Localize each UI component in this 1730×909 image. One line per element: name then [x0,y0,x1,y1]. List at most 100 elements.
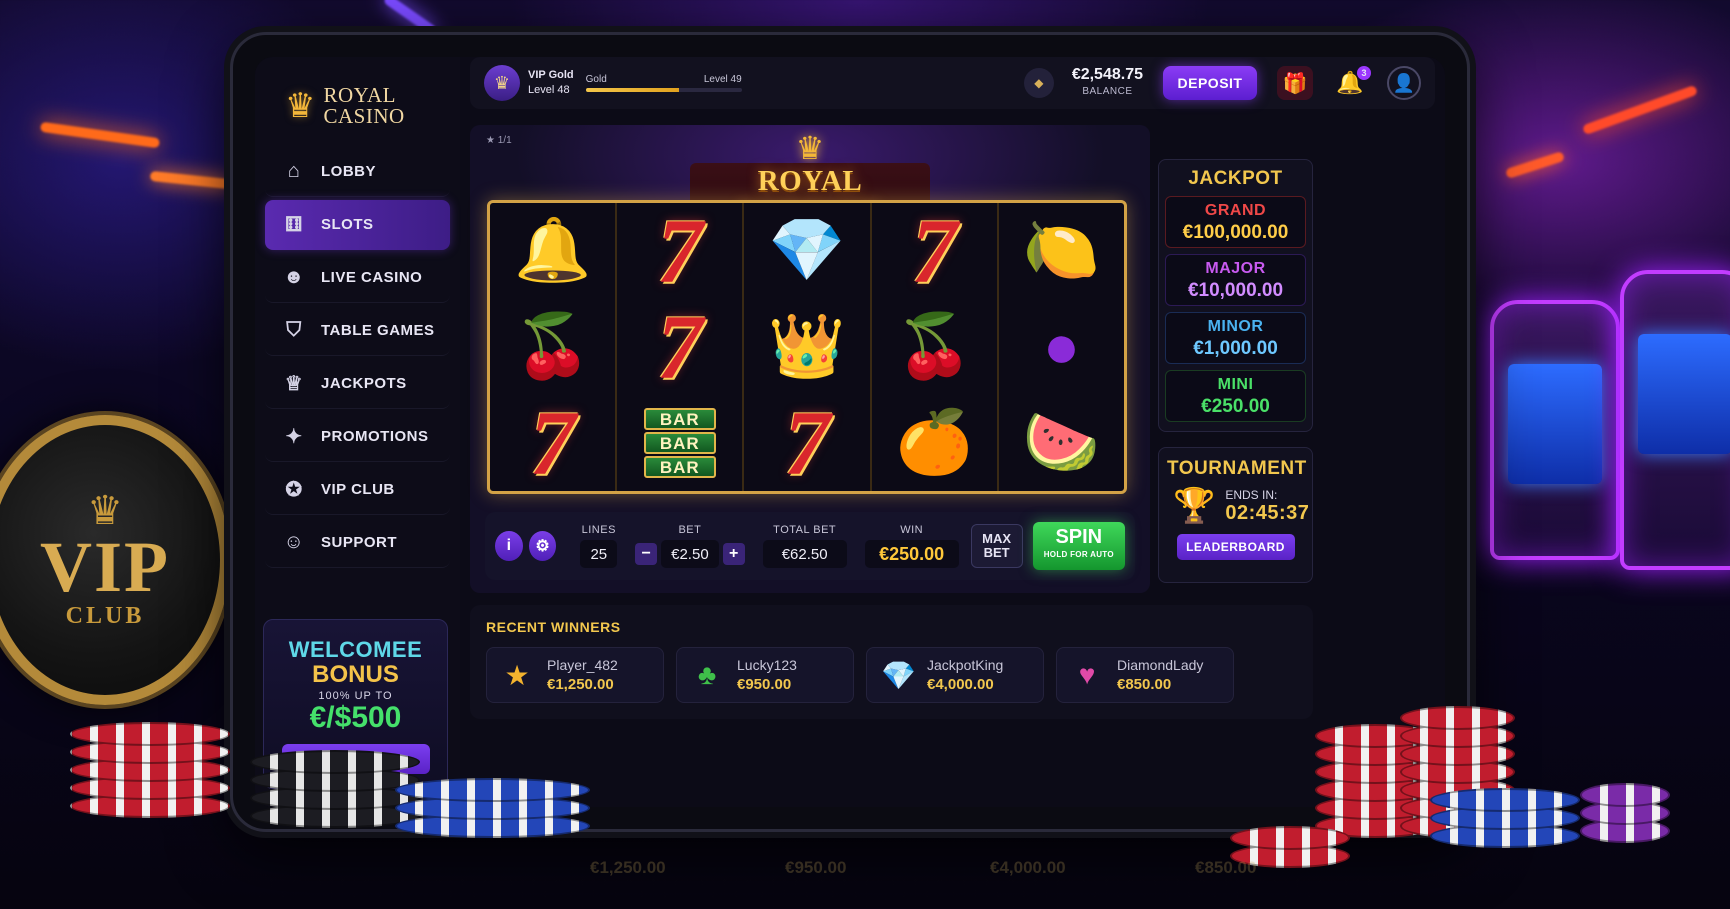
jackpot-tier-minor: MINOR €1,000.00 [1165,312,1306,364]
winner-name: JackpotKing [927,657,1004,673]
vip-star-icon: ✪ [285,479,303,501]
vip-badge-icon[interactable]: ♛ [484,65,520,101]
watermelon-symbol: 🍉 [1022,408,1101,477]
jackpot-tier-name: MINI [1217,376,1254,393]
progress-right-label: Level 49 [703,74,742,85]
jackpot-tier-value: €100,000.00 [1182,222,1289,243]
poker-chip [70,722,230,746]
max-bet-button[interactable]: MAX BET [970,524,1023,568]
leaderboard-button[interactable]: LEADERBOARD [1176,534,1295,560]
jackpot-tier-value: €250.00 [1201,396,1270,417]
brand-line-1: ROYAL [323,83,396,107]
sidebar-item-promotions[interactable]: ✦ PROMOTIONS [265,412,450,462]
diamond-icon: 💎 [881,659,916,691]
winner-name: DiamondLady [1117,657,1204,673]
bar-symbol: BAR BAR BAR [617,395,742,491]
sidebar-item-vip-club[interactable]: ✪ VIP CLUB [265,465,450,515]
bet-increase-button[interactable]: + [722,543,745,565]
seven-symbol: 7 [784,392,830,494]
sidebar-item-live-casino[interactable]: ☻ LIVE CASINO [265,253,450,303]
total-bet-display: TOTAL BET €62.50 [762,524,847,568]
crown-icon: ♛ [87,488,123,533]
winner-card[interactable]: ♣ Lucky123 €950.00 [676,647,854,703]
sidebar-item-label: PROMOTIONS [321,428,429,445]
background-slot-machine [1620,270,1730,570]
bar-block: BAR [643,408,716,430]
notification-count: 3 [1357,66,1371,80]
spin-controls: i ⚙ LINES 25 BET − €2.50 + TOTAL BET €62… [485,512,1135,580]
sidebar-item-label: SUPPORT [321,534,398,551]
tournament-title: TOURNAMENT [1167,458,1307,479]
reflection-text: €850.00 [1195,858,1257,877]
gift-icon[interactable]: 🎁 [1277,66,1313,100]
seven-symbol: 7 [529,392,576,494]
spin-button[interactable]: SPIN HOLD FOR AUTO [1032,522,1125,570]
jackpot-tier-mini: MINI €250.00 [1165,370,1306,422]
sidebar: ♛ ROYAL CASINO ⌂ LOBBY ⚅ SLOTS ☻ LIVE CASINO ⛉… [255,57,460,807]
notification-bell-icon[interactable]: 🔔 3 [1335,66,1371,98]
bet-decrease-button[interactable]: − [635,543,658,565]
user-avatar-icon[interactable]: 👤 [1387,66,1421,100]
sidebar-item-label: TABLE GAMES [321,322,435,339]
info-button[interactable]: i [495,531,523,561]
reel-1: 🔔 🍒 7 [490,203,618,494]
crown-icon: ♛ [285,87,316,125]
diamond-symbol: 💎 [768,216,846,285]
lines-value[interactable]: 25 [580,540,618,568]
app-screen: ♛ ROYAL CASINO ⌂ LOBBY ⚅ SLOTS ☻ LIVE CASINO ⛉… [255,57,1445,807]
total-bet-label: TOTAL BET [773,524,837,536]
recent-winners-title: RECENT WINNERS [486,619,621,635]
sidebar-item-slots[interactable]: ⚅ SLOTS [265,200,450,250]
crown-icon: ♛ [795,130,825,166]
sidebar-item-jackpots[interactable]: ♕ JACKPOTS [265,359,450,409]
neon-light [1581,84,1699,136]
seven-symbol: 7 [656,200,703,302]
poker-chip [395,778,590,802]
settings-gear-icon[interactable]: ⚙ [528,531,557,561]
spin-sublabel: HOLD FOR AUTO [1043,550,1114,559]
winner-name: Player_482 [547,657,618,673]
winner-amount: €850.00 [1117,676,1172,693]
balance-display: €2,548.75 BALANCE [1072,66,1143,100]
poker-chip [1230,826,1350,850]
vip-coin-text: VIP [40,526,170,607]
reflection-text: €4,000.00 [990,858,1066,877]
sound-icon[interactable]: ◆ [1023,68,1054,98]
lines-label: LINES [581,524,616,536]
sidebar-item-label: LIVE CASINO [321,269,423,286]
brand-logo[interactable]: ♛ ROYAL CASINO [255,57,460,137]
lines-control: LINES 25 [580,524,618,568]
seven-symbol: 7 [911,200,958,302]
reels-grid: 🔔 🍒 7 7 7 BAR BAR BAR 💎 👑 7 7 🍒 🍊 🍋 ● 🍉 [487,200,1127,494]
sidebar-item-table-games[interactable]: ⛉ TABLE GAMES [265,306,450,356]
jackpot-tier-name: MAJOR [1205,260,1266,277]
deposit-button[interactable]: DEPOSIT [1163,66,1257,100]
sidebar-item-label: JACKPOTS [321,375,407,392]
vip-status: VIP Gold [528,69,574,81]
sidebar-item-support[interactable]: ☺ SUPPORT [265,518,450,568]
sidebar-item-lobby[interactable]: ⌂ LOBBY [265,147,450,197]
lemon-symbol: 🍋 [1022,216,1101,285]
background-slot-machine [1490,300,1620,560]
jackpot-tier-grand: GRAND €100,000.00 [1165,196,1306,248]
jackpot-tier-value: €1,000.00 [1193,338,1278,359]
orange-symbol: 🍊 [895,408,973,477]
cherry-symbol: 🍒 [514,312,592,381]
win-value: €250.00 [864,540,959,568]
bet-label: BET [678,524,702,536]
jackpot-tier-value: €10,000.00 [1187,280,1284,301]
chip-stack [70,690,230,820]
poker-chip [1580,783,1670,807]
neon-light [382,0,438,37]
reel-3: 💎 👑 7 [744,203,872,494]
winner-card[interactable]: ♥ DiamondLady €850.00 [1056,647,1234,703]
winner-card[interactable]: ★ Player_482 €1,250.00 [486,647,664,703]
winner-card[interactable]: 💎 JackpotKing €4,000.00 [866,647,1044,703]
progress-fill [585,88,680,92]
spin-label: SPIN [1055,526,1103,548]
tablet-frame: ♛ ROYAL CASINO ⌂ LOBBY ⚅ SLOTS ☻ LIVE CASINO ⛉… [230,32,1470,832]
level-progress: Gold Level 49 [585,74,742,92]
vip-level: Level 48 [528,84,570,96]
cherry-symbol: 🍒 [895,312,973,381]
progress-left-label: Gold [585,74,607,85]
